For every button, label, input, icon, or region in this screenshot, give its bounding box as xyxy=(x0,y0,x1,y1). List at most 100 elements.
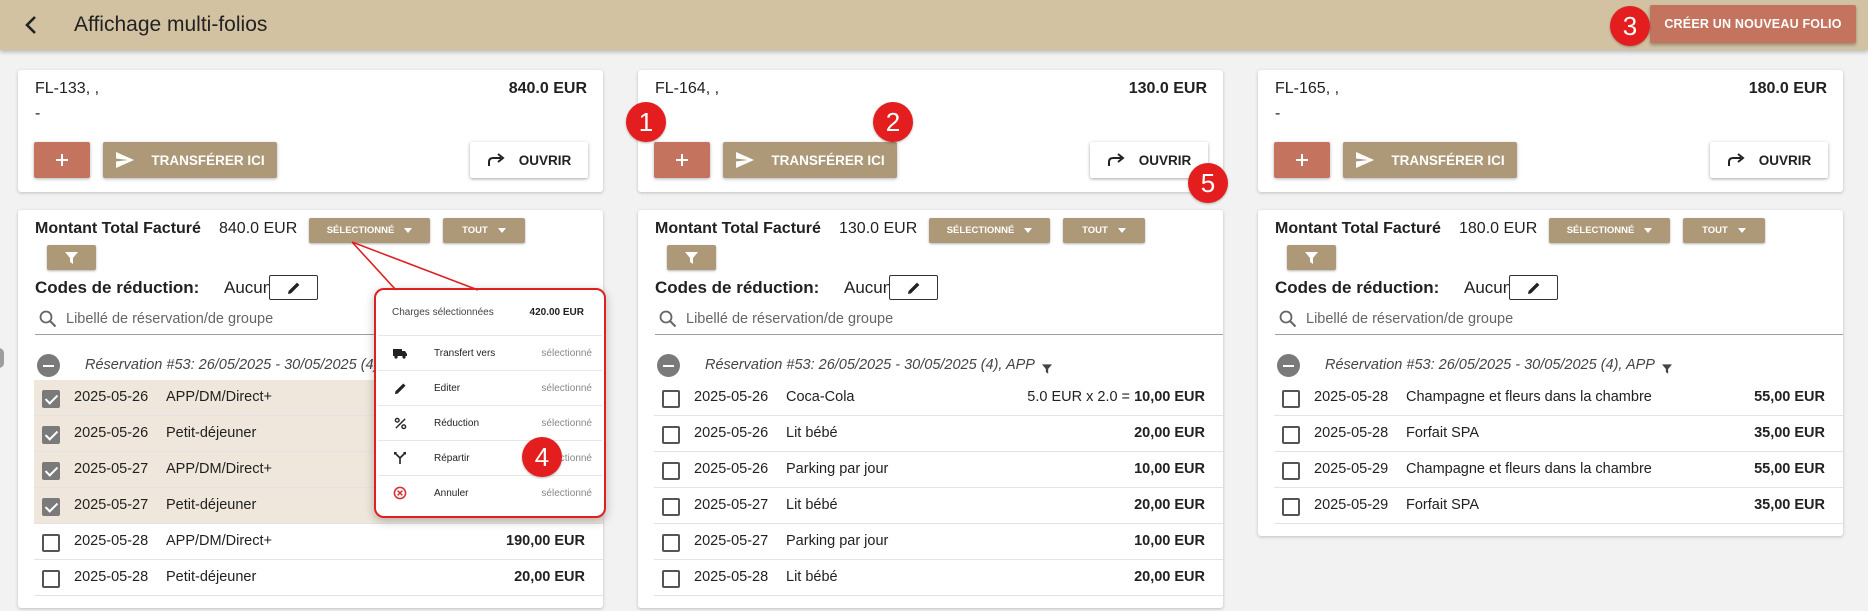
row-checkbox[interactable] xyxy=(662,462,680,480)
total-billed-value: 180.0 EUR xyxy=(1459,220,1538,237)
charge-amount: 20,00 EUR xyxy=(1134,497,1205,513)
row-checkbox[interactable] xyxy=(662,534,680,552)
discount-codes-value: Aucun xyxy=(844,278,893,297)
row-checkbox[interactable] xyxy=(1282,462,1300,480)
transfer-here-button[interactable]: TRANSFÉRER ICI xyxy=(723,142,897,178)
search-input[interactable] xyxy=(686,308,1223,330)
pencil-icon xyxy=(1527,282,1539,294)
charge-date: 2025-05-28 xyxy=(694,569,769,585)
caret-down-icon xyxy=(497,228,506,233)
filter-button[interactable] xyxy=(667,245,716,270)
menu-item-percent[interactable]: Réduction sélectionné xyxy=(378,405,602,440)
row-checkbox[interactable] xyxy=(1282,498,1300,516)
back-button[interactable] xyxy=(18,12,44,38)
charge-row[interactable]: 2025-05-27 Lit bébé 20,00 EUR xyxy=(654,488,1223,524)
add-charge-button[interactable] xyxy=(34,142,90,178)
side-drawer-handle[interactable] xyxy=(0,348,4,368)
menu-item-transfer[interactable]: Transfert vers sélectionné xyxy=(378,335,602,370)
folio-charges-card: Montant Total Facturé 130.0 EUR SÉLECTIO… xyxy=(638,210,1223,608)
charge-row[interactable]: 2025-05-26 Lit bébé 20,00 EUR xyxy=(654,416,1223,452)
row-checkbox[interactable] xyxy=(1282,426,1300,444)
menu-item-label: Editer xyxy=(434,383,461,394)
row-checkbox[interactable] xyxy=(42,426,60,444)
charges-list: 2025-05-26 Coca-Cola 5.0 EUR x 2.0 = 10,… xyxy=(654,380,1223,596)
menu-item-state: sélectionné xyxy=(541,348,592,359)
charge-row[interactable]: 2025-05-26 Coca-Cola 5.0 EUR x 2.0 = 10,… xyxy=(654,380,1223,416)
charge-amount-cell: 10,00 EUR xyxy=(1134,533,1205,549)
row-checkbox[interactable] xyxy=(662,498,680,516)
charge-row[interactable]: 2025-05-28 APP/DM/Direct+ 190,00 EUR xyxy=(34,524,603,560)
menu-item-cancel[interactable]: Annuler sélectionné xyxy=(378,475,602,510)
open-folio-button[interactable]: OUVRIR xyxy=(1710,142,1828,178)
edit-discount-codes-button[interactable] xyxy=(889,275,938,300)
selected-dropdown[interactable]: SÉLECTIONNÉ xyxy=(1549,218,1670,243)
plus-icon xyxy=(1296,154,1308,166)
filter-icon[interactable] xyxy=(1662,364,1672,374)
edit-discount-codes-button[interactable] xyxy=(269,275,318,300)
add-charge-button[interactable] xyxy=(1274,142,1330,178)
charge-label: Forfait SPA xyxy=(1406,425,1480,441)
row-checkbox[interactable] xyxy=(42,570,60,588)
total-billed-label: Montant Total Facturé xyxy=(35,220,201,237)
reservation-title: Réservation #53: 26/05/2025 - 30/05/2025… xyxy=(85,357,415,373)
row-checkbox[interactable] xyxy=(42,462,60,480)
selected-dropdown[interactable]: SÉLECTIONNÉ xyxy=(309,218,430,243)
charge-label: Parking par jour xyxy=(786,533,889,549)
charge-row[interactable]: 2025-05-29 Champagne et fleurs dans la c… xyxy=(1274,452,1843,488)
row-checkbox[interactable] xyxy=(662,570,680,588)
open-folio-button[interactable]: OUVRIR xyxy=(470,142,588,178)
caret-down-icon xyxy=(1117,228,1126,233)
charge-row[interactable]: 2025-05-28 Petit-déjeuner 20,00 EUR xyxy=(34,560,603,596)
charge-row[interactable]: 2025-05-26 Parking par jour 10,00 EUR xyxy=(654,452,1223,488)
filter-button[interactable] xyxy=(1287,245,1336,270)
search-icon xyxy=(659,310,677,328)
charge-amount-cell: 35,00 EUR xyxy=(1754,425,1825,441)
row-checkbox[interactable] xyxy=(42,534,60,552)
menu-item-label: Réduction xyxy=(434,418,480,429)
reservation-filter-button[interactable] xyxy=(1042,361,1052,379)
selected-charges-menu: Charges sélectionnées 420.00 EUR Transfe… xyxy=(374,288,606,518)
add-charge-button[interactable] xyxy=(654,142,710,178)
all-dropdown[interactable]: TOUT xyxy=(1683,218,1765,243)
charge-row[interactable]: 2025-05-28 Forfait SPA 35,00 EUR xyxy=(1274,416,1843,452)
filter-icon[interactable] xyxy=(1042,364,1052,374)
transfer-here-button[interactable]: TRANSFÉRER ICI xyxy=(103,142,277,178)
charge-date: 2025-05-28 xyxy=(1314,425,1389,441)
all-dropdown[interactable]: TOUT xyxy=(1063,218,1145,243)
collapse-reservation-button[interactable] xyxy=(1277,354,1300,377)
charge-amount-cell: 20,00 EUR xyxy=(1134,497,1205,513)
charge-amount-cell: 10,00 EUR xyxy=(1134,461,1205,477)
create-folio-button[interactable]: CRÉER UN NOUVEAU FOLIO xyxy=(1650,5,1856,43)
charge-row[interactable]: 2025-05-27 Parking par jour 10,00 EUR xyxy=(654,524,1223,560)
menu-item-label: Répartir xyxy=(434,453,470,464)
transfer-here-button[interactable]: TRANSFÉRER ICI xyxy=(1343,142,1517,178)
charge-amount: 190,00 EUR xyxy=(506,533,585,549)
filter-button[interactable] xyxy=(47,245,96,270)
charges-list: 2025-05-28 Champagne et fleurs dans la c… xyxy=(1274,380,1843,524)
search-input[interactable] xyxy=(1306,308,1843,330)
charge-date: 2025-05-28 xyxy=(1314,389,1389,405)
row-checkbox[interactable] xyxy=(662,390,680,408)
menu-item-pencil[interactable]: Editer sélectionné xyxy=(378,370,602,405)
row-checkbox[interactable] xyxy=(42,498,60,516)
collapse-reservation-button[interactable] xyxy=(657,354,680,377)
collapse-reservation-button[interactable] xyxy=(37,354,60,377)
charge-amount: 35,00 EUR xyxy=(1754,425,1825,441)
row-checkbox[interactable] xyxy=(662,426,680,444)
all-dropdown[interactable]: TOUT xyxy=(443,218,525,243)
reservation-filter-button[interactable] xyxy=(1662,361,1672,379)
selected-dropdown[interactable]: SÉLECTIONNÉ xyxy=(929,218,1050,243)
search-field xyxy=(655,306,1223,335)
charge-amount-cell: 35,00 EUR xyxy=(1754,497,1825,513)
charge-date: 2025-05-26 xyxy=(694,461,769,477)
charge-row[interactable]: 2025-05-28 Lit bébé 20,00 EUR xyxy=(654,560,1223,596)
charge-row[interactable]: 2025-05-29 Forfait SPA 35,00 EUR xyxy=(1274,488,1843,524)
charge-row[interactable]: 2025-05-28 Champagne et fleurs dans la c… xyxy=(1274,380,1843,416)
edit-discount-codes-button[interactable] xyxy=(1509,275,1558,300)
row-checkbox[interactable] xyxy=(42,390,60,408)
row-checkbox[interactable] xyxy=(1282,390,1300,408)
transfer-icon xyxy=(392,345,408,361)
menu-item-split[interactable]: Répartir sélectionné xyxy=(378,440,602,475)
menu-item-state: sélectionné xyxy=(541,488,592,499)
selected-charges-total: 420.00 EUR xyxy=(529,307,584,318)
